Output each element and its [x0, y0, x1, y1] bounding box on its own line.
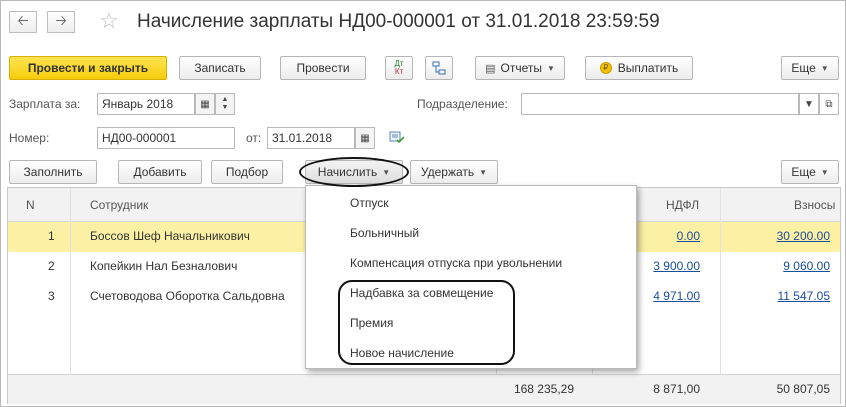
chevron-down-icon: ▼ — [546, 63, 555, 73]
employee-cell: Копейкин Нал Безналович — [90, 259, 238, 273]
highlight-rounded-rect — [338, 280, 515, 365]
chevron-down-icon: ▼ — [479, 167, 488, 177]
ndfl-cell[interactable]: 0.00 — [677, 229, 700, 243]
table-footer: 168 235,29 8 871,00 50 807,05 — [8, 374, 840, 404]
salary-for-label: Зарплата за: — [9, 97, 81, 111]
ndfl-cell[interactable]: 3 900.00 — [653, 259, 700, 273]
calendar-icon[interactable]: ▦ — [355, 127, 375, 149]
column-header-contributions[interactable]: Взносы — [794, 198, 835, 212]
number-label: Номер: — [9, 131, 50, 145]
row-number: 2 — [48, 259, 55, 273]
more-button[interactable]: Еще ▼ — [781, 56, 839, 80]
select-button[interactable]: Подбор — [211, 160, 283, 184]
department-label: Подразделение: — [417, 97, 508, 111]
dt-kt-icon[interactable]: Дт Кт — [385, 56, 413, 80]
check-document-icon[interactable] — [389, 130, 405, 144]
column-divider — [720, 188, 721, 403]
coin-icon: ₽ — [599, 62, 612, 74]
post-and-close-button[interactable]: Провести и закрыть — [9, 56, 167, 80]
window-title: Начисление зарплаты НД00-000001 от 31.01… — [137, 11, 660, 32]
table-more-button[interactable]: Еще ▼ — [781, 160, 839, 184]
column-header-ndfl[interactable]: НДФЛ — [666, 198, 699, 212]
contributions-cell[interactable]: 11 547.05 — [778, 289, 831, 303]
add-button[interactable]: Добавить — [118, 160, 202, 184]
employee-cell: Боссов Шеф Начальникович — [90, 229, 250, 243]
open-icon[interactable]: ⧉ — [819, 93, 839, 115]
department-field[interactable] — [521, 93, 799, 115]
highlight-ellipse — [299, 157, 409, 187]
period-spinner[interactable]: ▲ ▼ — [215, 93, 235, 115]
date-label: от: — [246, 131, 262, 145]
post-button[interactable]: Провести — [280, 56, 366, 80]
contributions-cell[interactable]: 30 200.00 — [777, 229, 830, 243]
save-button[interactable]: Записать — [179, 56, 261, 80]
calendar-icon[interactable]: ▦ — [195, 93, 215, 115]
withhold-button[interactable]: Удержать ▼ — [410, 160, 498, 184]
number-field[interactable]: НД00-000001 — [97, 127, 235, 149]
row-number: 3 — [48, 289, 55, 303]
menu-item-sick-leave[interactable]: Больничный — [350, 226, 419, 240]
back-arrow-icon[interactable]: 🡠 — [9, 11, 37, 33]
fill-button[interactable]: Заполнить — [9, 160, 97, 184]
chevron-down-icon: ▼ — [820, 63, 829, 73]
date-field[interactable]: 31.01.2018 — [267, 127, 355, 149]
menu-item-vacation-compensation[interactable]: Компенсация отпуска при увольнении — [350, 256, 562, 270]
total-ndfl: 8 871,00 — [653, 382, 700, 396]
forward-arrow-icon[interactable]: 🡢 — [47, 11, 75, 33]
ndfl-cell[interactable]: 4 971.00 — [653, 289, 700, 303]
employee-cell: Счетоводова Оборотка Сальдовна — [90, 289, 285, 303]
total-accrued: 168 235,29 — [513, 382, 574, 396]
star-icon[interactable]: ☆ — [99, 8, 119, 34]
reports-icon: ▤ — [485, 62, 496, 75]
total-contributions: 50 807,05 — [776, 382, 830, 396]
column-divider — [70, 188, 71, 403]
salary-period-field[interactable]: Январь 2018 — [97, 93, 195, 115]
column-header-employee[interactable]: Сотрудник — [90, 198, 148, 212]
reports-button[interactable]: ▤ Отчеты ▼ — [475, 56, 565, 80]
dropdown-arrow-icon[interactable]: ▼ — [799, 93, 819, 115]
pay-button[interactable]: ₽ Выплатить — [585, 56, 693, 80]
document-window: 🡠 🡢 ☆ Начисление зарплаты НД00-000001 от… — [0, 0, 846, 407]
row-number: 1 — [48, 229, 55, 243]
contributions-cell[interactable]: 9 060.00 — [783, 259, 830, 273]
chevron-down-icon: ▼ — [820, 167, 829, 177]
structure-icon[interactable] — [425, 56, 453, 80]
menu-item-vacation[interactable]: Отпуск — [350, 196, 388, 210]
column-header-n[interactable]: N — [26, 198, 35, 212]
